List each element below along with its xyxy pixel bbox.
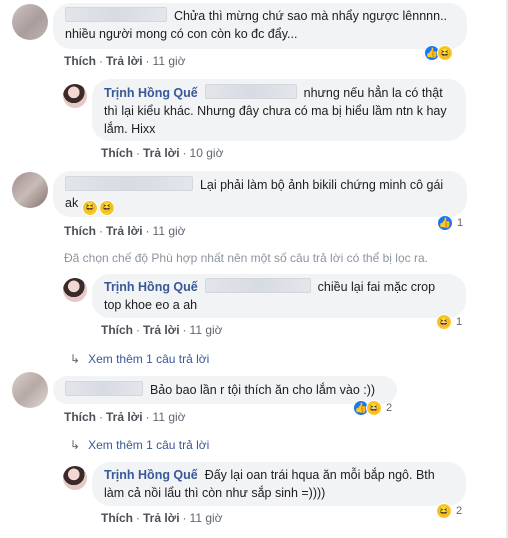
reply-text: lắm. Hixx [104,122,156,136]
reaction-count: 1 [456,316,463,328]
reaction-summary[interactable]: 😆 1 [436,313,462,331]
author-name[interactable]: Trịnh Hồng Quế [104,468,198,482]
avatar[interactable] [12,4,48,40]
view-more-replies[interactable]: ↳ Xem thêm 1 câu trả lời [70,438,209,452]
author-name[interactable]: Trịnh Hồng Quế [104,280,198,294]
view-more-replies[interactable]: ↳ Xem thêm 1 câu trả lời [70,352,209,366]
redacted-name [204,278,311,293]
reply-link[interactable]: Trả lời [143,511,180,525]
like-link[interactable]: Thích [101,511,133,525]
timestamp[interactable]: 11 giờ [153,224,186,238]
reply-actions: Thích · Trả lời · 11 giờ [101,511,223,525]
reaction-summary[interactable]: 👍 😆 [424,44,453,62]
timestamp[interactable]: 10 giờ [190,146,224,160]
reply-bubble: Trịnh Hồng Quế Đấy lại oan trái hqua ăn … [92,462,466,506]
like-link[interactable]: Thích [101,323,133,337]
view-more-label[interactable]: Xem thêm 1 câu trả lời [88,438,209,452]
reaction-count: 2 [386,402,393,414]
haha-icon: 😆 [436,314,452,330]
avatar[interactable] [63,84,87,108]
reply-text: chiều lại fai mặc crop [317,280,436,294]
reaction-summary[interactable]: 👍 😆 2 [353,399,392,417]
reply-bubble: Trịnh Hồng Quế chiều lại fai mặc crop to… [92,274,466,318]
avatar[interactable] [12,172,48,208]
reply-text: top khoe eo a ah [104,298,198,312]
timestamp[interactable]: 11 giờ [153,54,186,68]
redacted-name [65,176,193,191]
reply-text: làm cả nồi lẩu thì còn như sắp sinh =)))… [104,486,326,500]
like-icon: 👍 [437,215,453,231]
reply-actions: Thích · Trả lời · 10 giờ [101,146,224,160]
reply-actions: Thích · Trả lời · 11 giờ [101,323,223,337]
reaction-summary[interactable]: 😆 2 [436,502,462,520]
like-link[interactable]: Thích [64,410,96,424]
redacted-name [204,84,297,99]
reply-arrow-icon: ↳ [70,352,81,366]
reply-link[interactable]: Trả lời [143,146,180,160]
comment-bubble: Chửa thì mừng chứ sao mà nhẩy ngược lênn… [53,3,467,49]
reply-arrow-icon: ↳ [70,438,81,452]
reply-link[interactable]: Trả lời [106,410,143,424]
avatar[interactable] [63,466,87,490]
timestamp[interactable]: 11 giờ [153,410,186,424]
reply-bubble: Trịnh Hồng Quế nhưng nếu hẳn la có thật … [92,79,466,141]
comment-actions: Thích · Trả lời · 11 giờ [64,224,186,238]
haha-icon: 😆 [366,400,382,416]
reaction-summary[interactable]: 👍 1 [437,214,463,232]
comment-actions: Thích · Trả lời · 11 giờ [64,410,186,424]
comment-text: Lại phải làm bộ ảnh bikili chứng minh cô… [199,178,444,192]
haha-emoji: 😆 [81,200,98,216]
author-name[interactable]: Trịnh Hồng Quế [104,86,198,100]
reply-text: thì lại kiểu khác. Nhưng đây chưa có ma … [104,104,447,118]
comment-text: Chửa thì mừng chứ sao mà nhẩy ngược lênn… [173,9,448,23]
comment-text: Bảo bao lần r tội thích ăn cho lắm vào :… [149,383,376,397]
reply-link[interactable]: Trả lời [106,54,143,68]
redacted-name [65,381,143,396]
view-more-label[interactable]: Xem thêm 1 câu trả lời [88,352,209,366]
timestamp[interactable]: 11 giờ [190,323,223,337]
like-link[interactable]: Thích [64,54,96,68]
redacted-name [65,7,167,22]
comment-bubble: Bảo bao lần r tội thích ăn cho lắm vào :… [53,376,397,404]
filter-notice: Đã chọn chế độ Phù hợp nhất nên một số c… [64,251,428,265]
haha-icon: 😆 [437,45,453,61]
reaction-count: 1 [457,217,464,229]
reply-link[interactable]: Trả lời [143,323,180,337]
timestamp[interactable]: 11 giờ [190,511,223,525]
reply-link[interactable]: Trả lời [106,224,143,238]
haha-icon: 😆 [436,503,452,519]
comment-text: nhiều người mong có con còn ko đc đẩy... [65,27,298,41]
haha-emoji: 😆 [98,200,115,216]
reply-text: Đấy lại oan trái hqua ăn mỗi bắp ngô. Bt… [204,468,435,482]
comment-actions: Thích · Trả lời · 11 giờ [64,54,186,68]
reaction-count: 2 [456,505,463,517]
avatar[interactable] [12,372,48,408]
like-link[interactable]: Thích [101,146,133,160]
avatar[interactable] [63,278,87,302]
like-link[interactable]: Thích [64,224,96,238]
comment-bubble: Lại phải làm bộ ảnh bikili chứng minh cô… [53,171,467,217]
comment-text: ak [65,196,79,210]
reply-text: nhưng nếu hẳn la có thật [303,86,443,100]
